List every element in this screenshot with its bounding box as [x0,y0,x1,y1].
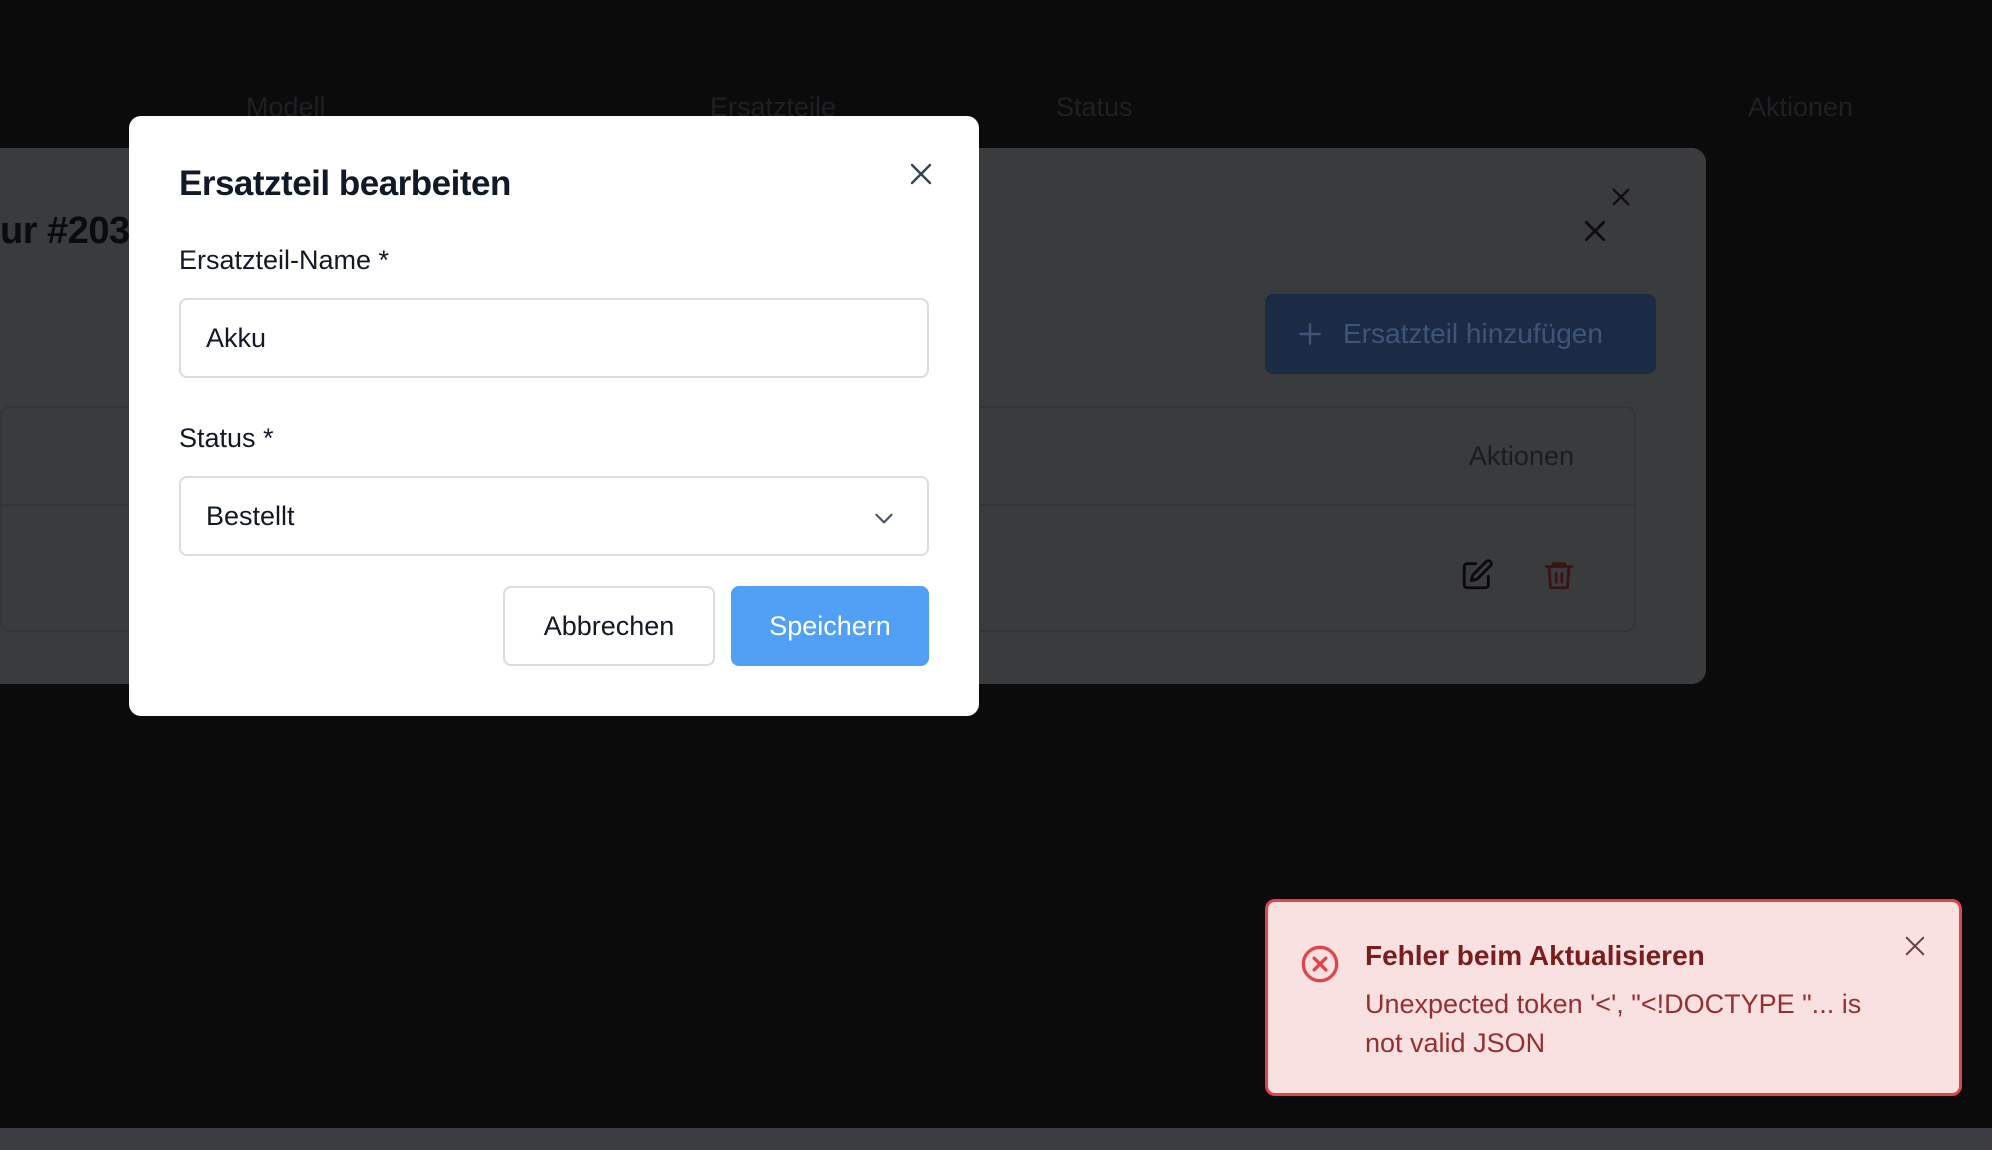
status-select[interactable]: Bestellt [179,476,929,556]
modal-actions: Abbrechen Speichern [503,586,929,666]
bottom-dock-strip [0,1128,1992,1150]
error-toast: Fehler beim Aktualisieren Unexpected tok… [1265,899,1962,1096]
toast-message: Unexpected token '<', "<!DOCTYPE "... is… [1365,989,1862,1058]
error-circle-icon [1301,945,1339,983]
table-header-actions: Aktionen [1468,441,1574,471]
bg-header-status: Status [1056,92,1133,122]
toast-title: Fehler beim Aktualisieren [1365,940,1705,971]
modal-title: Ersatzteil bearbeiten [179,164,511,203]
modal-close-button[interactable] [901,154,941,194]
status-select-value: Bestellt [206,500,295,531]
chevron-down-icon [875,513,893,524]
name-field-label: Ersatzteil-Name * [179,245,390,275]
spare-part-name-input[interactable] [179,298,929,378]
close-icon[interactable] [1610,186,1632,208]
close-icon [910,163,932,185]
plus-icon [1299,323,1321,345]
toast-close-button[interactable] [1899,930,1931,962]
add-spare-part-button[interactable]: Ersatzteil hinzufügen [1265,294,1656,374]
table-row-actions [1460,558,1576,592]
status-field-label: Status * [179,423,274,453]
close-icon [1905,936,1925,956]
bg-header-aktionen: Aktionen [1748,92,1854,122]
close-icon[interactable] [1582,218,1608,244]
cancel-button[interactable]: Abbrechen [503,586,715,666]
trash-icon[interactable] [1542,558,1576,592]
save-button[interactable]: Speichern [731,586,929,666]
underlying-dialog-title: ur #203 [0,210,130,252]
edit-spare-part-modal: Ersatzteil bearbeiten Ersatzteil-Name * … [129,116,979,716]
edit-icon[interactable] [1460,558,1494,592]
add-spare-part-label: Ersatzteil hinzufügen [1343,318,1603,349]
